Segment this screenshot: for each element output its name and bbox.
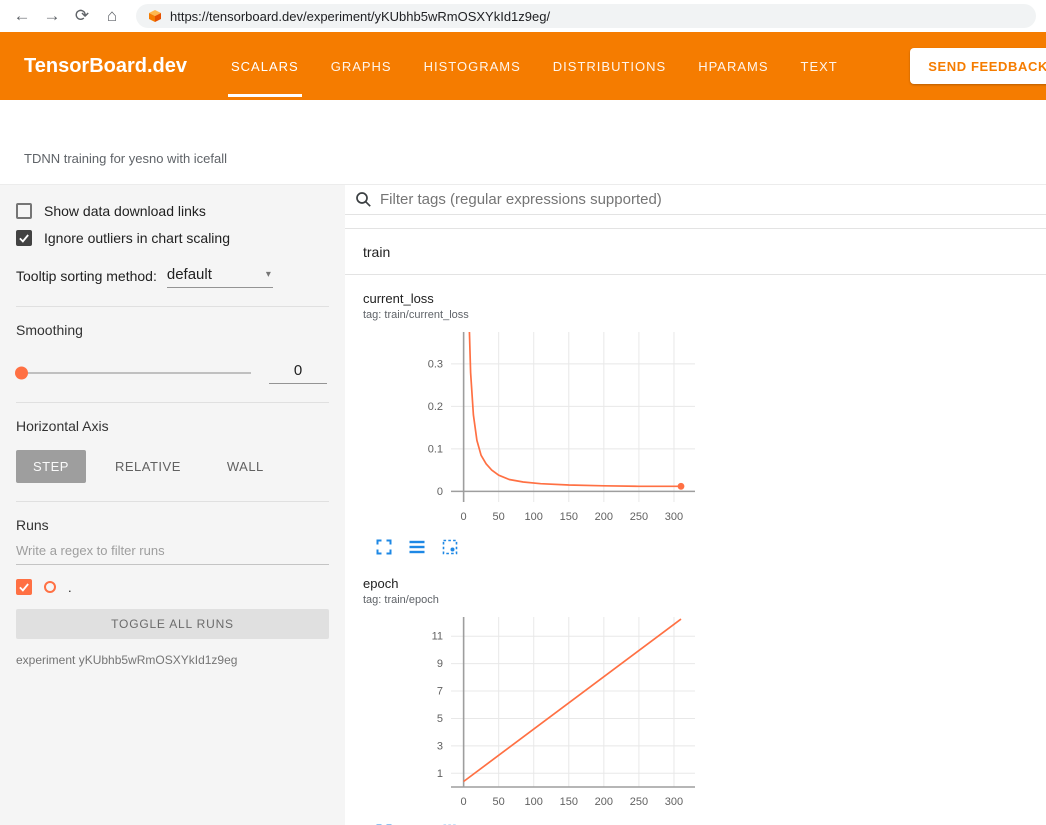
svg-text:7: 7 xyxy=(437,686,443,698)
app-logo: TensorBoard.dev xyxy=(24,55,187,78)
show-download-links-checkbox[interactable]: Show data download links xyxy=(16,203,329,219)
runs-label: Runs xyxy=(16,517,329,533)
fit-domain-icon[interactable] xyxy=(441,538,459,556)
svg-text:100: 100 xyxy=(525,511,543,523)
send-feedback-button[interactable]: SEND FEEDBACK xyxy=(910,48,1046,84)
svg-text:0: 0 xyxy=(437,486,443,498)
back-icon[interactable]: ← xyxy=(8,3,36,29)
runs-filter-input[interactable] xyxy=(16,533,329,565)
address-bar[interactable]: https://tensorboard.dev/experiment/yKUbh… xyxy=(136,4,1036,28)
smoothing-slider-row: 0 xyxy=(16,362,329,384)
line-chart-epoch[interactable]: 0 50 100 150 200 250 300 1 3 5 7 9 11 xyxy=(363,611,699,821)
svg-text:0.1: 0.1 xyxy=(428,443,443,455)
refresh-icon[interactable]: ⟳ xyxy=(68,3,96,29)
smoothing-label: Smoothing xyxy=(16,322,329,338)
tab-hparams[interactable]: HPARAMS xyxy=(682,32,784,100)
tag-filter-row xyxy=(345,185,1046,215)
axis-step-button[interactable]: STEP xyxy=(16,450,86,483)
charts-grid: current_loss tag: train/current_loss 050… xyxy=(345,275,1046,825)
train-group-header[interactable]: train xyxy=(345,229,1046,275)
smoothing-value-field[interactable]: 0 xyxy=(269,362,327,384)
horizontal-axis-section: Horizontal Axis STEP RELATIVE WALL xyxy=(16,403,329,502)
svg-text:0: 0 xyxy=(461,511,467,523)
smoothing-section: Smoothing 0 xyxy=(16,307,329,403)
browser-toolbar: ← → ⟳ ⌂ https://tensorboard.dev/experime… xyxy=(0,0,1046,32)
scalars-main: train current_loss tag: train/current_lo… xyxy=(345,185,1046,825)
chart-tag: tag: train/epoch xyxy=(363,593,699,607)
checkbox-unchecked-icon xyxy=(16,203,32,219)
svg-text:11: 11 xyxy=(432,631,443,643)
svg-text:5: 5 xyxy=(437,713,443,725)
chart-title: epoch xyxy=(363,576,699,592)
svg-text:250: 250 xyxy=(630,796,648,808)
run-name: . xyxy=(68,580,72,595)
experiment-title: TDNN training for yesno with icefall xyxy=(24,151,227,166)
axis-button-group: STEP RELATIVE WALL xyxy=(16,450,329,483)
svg-text:0.2: 0.2 xyxy=(428,401,443,413)
axis-relative-button[interactable]: RELATIVE xyxy=(98,450,198,483)
svg-text:50: 50 xyxy=(493,796,505,808)
tab-distributions[interactable]: DISTRIBUTIONS xyxy=(537,32,682,100)
run-list-item[interactable]: . xyxy=(16,579,329,595)
svg-text:150: 150 xyxy=(560,796,578,808)
tag-filter-input[interactable] xyxy=(380,191,1036,208)
svg-text:1: 1 xyxy=(437,768,443,780)
experiment-id-note: experiment yKUbhb5wRmOSXYkId1z9eg xyxy=(16,653,329,667)
tooltip-sorting-row: Tooltip sorting method: default ▾ xyxy=(16,264,329,288)
chart-toolbar xyxy=(375,538,699,556)
tooltip-sorting-value: default xyxy=(167,266,212,283)
svg-text:3: 3 xyxy=(437,740,443,752)
runs-section: Runs . TOGGLE ALL RUNS experiment yKUbhb… xyxy=(16,502,329,685)
svg-text:0: 0 xyxy=(461,796,467,808)
chart-tag: tag: train/current_loss xyxy=(363,308,699,322)
tab-text[interactable]: TEXT xyxy=(785,32,854,100)
home-icon[interactable]: ⌂ xyxy=(98,3,126,29)
svg-text:9: 9 xyxy=(437,658,443,670)
data-table-icon[interactable] xyxy=(408,538,426,556)
svg-text:300: 300 xyxy=(665,796,683,808)
horizontal-axis-label: Horizontal Axis xyxy=(16,418,329,434)
nav-tabs: SCALARS GRAPHS HISTOGRAMS DISTRIBUTIONS … xyxy=(215,32,854,100)
svg-text:0.3: 0.3 xyxy=(428,358,443,370)
search-icon xyxy=(355,191,372,208)
tooltip-sorting-label: Tooltip sorting method: xyxy=(16,268,157,284)
chart-card-current-loss: current_loss tag: train/current_loss 0 50… xyxy=(363,291,699,556)
tooltip-sorting-select[interactable]: default ▾ xyxy=(167,264,273,288)
svg-text:300: 300 xyxy=(665,511,683,523)
experiment-subheader: TDNN training for yesno with icefall xyxy=(0,100,1046,185)
tab-graphs[interactable]: GRAPHS xyxy=(315,32,408,100)
smoothing-slider[interactable] xyxy=(18,372,251,374)
show-download-links-label: Show data download links xyxy=(44,203,206,219)
tensorboard-favicon-icon xyxy=(148,9,162,23)
content-area: Show data download links Ignore outliers… xyxy=(0,185,1046,825)
toggle-all-runs-button[interactable]: TOGGLE ALL RUNS xyxy=(16,609,329,639)
ignore-outliers-checkbox[interactable]: Ignore outliers in chart scaling xyxy=(16,230,329,246)
tab-histograms[interactable]: HISTOGRAMS xyxy=(408,32,537,100)
run-color-swatch-icon xyxy=(44,581,56,593)
checkbox-checked-icon xyxy=(16,230,32,246)
svg-text:50: 50 xyxy=(493,511,505,523)
svg-text:250: 250 xyxy=(630,511,648,523)
forward-icon[interactable]: → xyxy=(38,3,66,29)
axis-wall-button[interactable]: WALL xyxy=(210,450,281,483)
train-tag-group: train current_loss tag: train/current_lo… xyxy=(345,228,1046,825)
svg-text:200: 200 xyxy=(595,796,613,808)
ignore-outliers-label: Ignore outliers in chart scaling xyxy=(44,230,230,246)
settings-sidebar: Show data download links Ignore outliers… xyxy=(0,185,345,825)
expand-chart-icon[interactable] xyxy=(375,538,393,556)
chart-title: current_loss xyxy=(363,291,699,307)
svg-text:150: 150 xyxy=(560,511,578,523)
chart-card-epoch: epoch tag: train/epoch 0 50 100 150 200 250 30… xyxy=(363,576,699,825)
general-settings-section: Show data download links Ignore outliers… xyxy=(16,203,329,307)
run-checkbox-checked-icon[interactable] xyxy=(16,579,32,595)
chevron-down-icon: ▾ xyxy=(266,269,271,280)
url-text: https://tensorboard.dev/experiment/yKUbh… xyxy=(170,9,550,24)
line-chart-current-loss[interactable]: 0 50 100 150 200 250 300 0 0.1 0.2 0.3 xyxy=(363,326,699,536)
smoothing-slider-thumb[interactable] xyxy=(15,367,28,380)
app-header: TensorBoard.dev SCALARS GRAPHS HISTOGRAM… xyxy=(0,32,1046,100)
svg-text:100: 100 xyxy=(525,796,543,808)
tab-scalars[interactable]: SCALARS xyxy=(215,32,315,100)
svg-text:200: 200 xyxy=(595,511,613,523)
